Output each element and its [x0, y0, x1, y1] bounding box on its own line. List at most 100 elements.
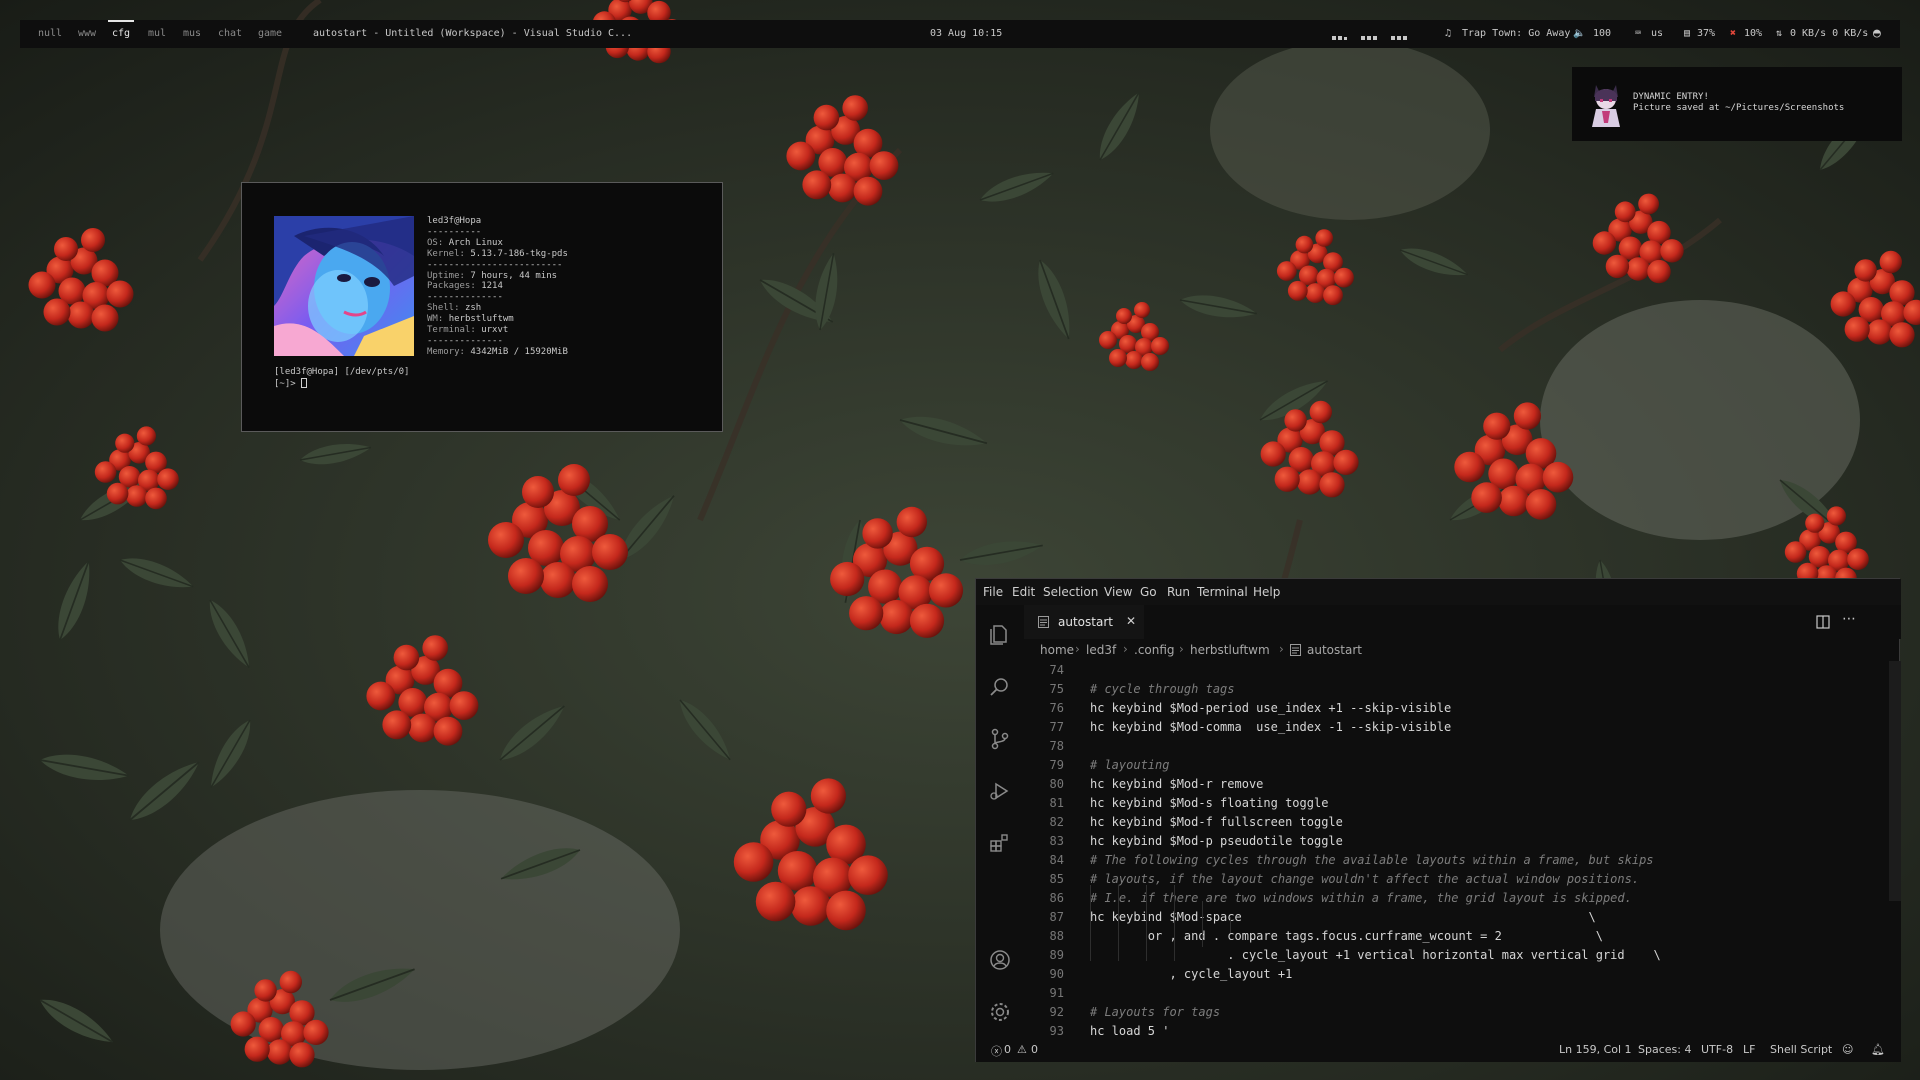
- line-number: 81: [1049, 796, 1064, 810]
- breadcrumb-config[interactable]: .config: [1134, 643, 1175, 657]
- vscode-window[interactable]: File Edit Selection View Go Run Terminal…: [975, 578, 1901, 1062]
- speaker-icon: 🔈: [1573, 28, 1586, 39]
- code-line[interactable]: , cycle_layout +1: [1090, 967, 1292, 981]
- line-number: 74: [1049, 663, 1064, 677]
- top-panel-bar: null www cfg mul mus chat game autostart…: [20, 20, 1900, 48]
- menu-help[interactable]: Help: [1253, 585, 1280, 599]
- code-line[interactable]: hc load 5 ': [1090, 1024, 1169, 1038]
- memory-value: 4342MiB / 15920MiB: [470, 346, 568, 357]
- warning-icon[interactable]: ⚠: [1017, 1043, 1027, 1056]
- split-editor-icon[interactable]: [1816, 615, 1830, 629]
- cursor-position[interactable]: Ln 159, Col 1: [1559, 1043, 1632, 1056]
- tab-autostart[interactable]: autostart ✕: [1024, 605, 1144, 639]
- line-number: 75: [1049, 682, 1064, 696]
- line-number: 79: [1049, 758, 1064, 772]
- clock[interactable]: 03 Aug 10:15: [930, 20, 1002, 48]
- menu-edit[interactable]: Edit: [1012, 585, 1035, 599]
- os-value: Arch Linux: [448, 237, 503, 248]
- wm-key: WM:: [427, 314, 444, 325]
- menu-bar: File Edit Selection View Go Run Terminal…: [976, 579, 1901, 605]
- line-number: 92: [1049, 1005, 1064, 1019]
- code-line[interactable]: # The following cycles through the avail…: [1090, 853, 1654, 867]
- code-line[interactable]: hc keybind $Mod-s floating toggle: [1090, 796, 1328, 810]
- keyboard-layout[interactable]: us: [1651, 20, 1663, 48]
- line-number: 84: [1049, 853, 1064, 867]
- settings-icon[interactable]: [988, 1000, 1012, 1024]
- cpu-icon: ▤: [1684, 28, 1691, 39]
- code-line[interactable]: # cycle through tags: [1090, 682, 1235, 696]
- tag-cfg[interactable]: cfg: [108, 20, 135, 48]
- language-mode[interactable]: Shell Script: [1770, 1043, 1832, 1056]
- indentation[interactable]: Spaces: 4: [1638, 1043, 1691, 1056]
- notification-avatar: [1588, 81, 1624, 127]
- window-title: autostart - Untitled (Workspace) - Visua…: [313, 28, 633, 39]
- code-line[interactable]: hc keybind $Mod-p pseudotile toggle: [1090, 834, 1343, 848]
- breadcrumb-led3f[interactable]: led3f: [1086, 643, 1116, 657]
- tag-chat[interactable]: chat: [218, 20, 242, 48]
- tag-www[interactable]: www: [78, 20, 96, 48]
- extensions-icon[interactable]: [988, 831, 1012, 855]
- memory-key: Memory:: [427, 346, 465, 357]
- explorer-icon[interactable]: [988, 623, 1012, 647]
- arch-icon[interactable]: ◓: [1873, 20, 1881, 48]
- code-editor[interactable]: 74 75 # cycle through tags 76 hc keybind $Mo…: [1024, 661, 1901, 1038]
- menu-terminal[interactable]: Terminal: [1197, 585, 1248, 599]
- code-line[interactable]: hc keybind $Mod-period use_index +1 --sk…: [1090, 701, 1451, 715]
- workspace-indicator[interactable]: [1332, 32, 1409, 40]
- tag-null[interactable]: null: [38, 20, 62, 48]
- prompt-line-2: [~]>: [274, 378, 296, 389]
- feedback-icon[interactable]: ☺: [1842, 1043, 1853, 1056]
- error-count[interactable]: 0: [1004, 1043, 1011, 1056]
- menu-file[interactable]: File: [983, 585, 1003, 599]
- error-icon[interactable]: ⓧ: [991, 1043, 1002, 1059]
- breadcrumb-home[interactable]: home: [1040, 643, 1074, 657]
- source-control-icon[interactable]: [988, 727, 1012, 751]
- run-debug-icon[interactable]: [988, 779, 1012, 803]
- terminal-window[interactable]: led3f@Hopa ---------- OS: Arch Linux Ker…: [241, 182, 723, 432]
- code-line[interactable]: hc keybind $Mod-space \: [1090, 910, 1596, 924]
- more-icon[interactable]: ⋯: [1842, 611, 1856, 627]
- bell-icon[interactable]: 🔔︎: [1871, 1043, 1885, 1056]
- line-number: 82: [1049, 815, 1064, 829]
- code-line[interactable]: hc keybind $Mod-comma use_index -1 --ski…: [1090, 720, 1451, 734]
- divider: -------------------------: [427, 259, 563, 270]
- account-icon[interactable]: [988, 948, 1012, 972]
- end-of-line[interactable]: LF: [1743, 1043, 1755, 1056]
- search-icon[interactable]: [988, 675, 1012, 699]
- code-line[interactable]: hc keybind $Mod-r remove: [1090, 777, 1263, 791]
- code-line[interactable]: # layouting: [1090, 758, 1169, 772]
- chevron-right-icon: ›: [1179, 642, 1184, 656]
- encoding[interactable]: UTF-8: [1701, 1043, 1733, 1056]
- menu-view[interactable]: View: [1104, 585, 1132, 599]
- tag-mus[interactable]: mus: [183, 20, 201, 48]
- network-icon: ⇅: [1776, 28, 1783, 39]
- menu-go[interactable]: Go: [1140, 585, 1157, 599]
- tag-game[interactable]: game: [258, 20, 282, 48]
- code-line[interactable]: hc keybind $Mod-f fullscreen toggle: [1090, 815, 1343, 829]
- code-line[interactable]: # layouts, if the layout change wouldn't…: [1090, 872, 1639, 886]
- menu-run[interactable]: Run: [1167, 585, 1190, 599]
- indent-guide: [1146, 885, 1147, 961]
- terminal-value: urxvt: [481, 325, 509, 336]
- indent-guide: [1230, 917, 1231, 933]
- code-line[interactable]: . cycle_layout +1 vertical horizontal ma…: [1090, 948, 1660, 962]
- chevron-right-icon: ›: [1123, 642, 1128, 656]
- code-line[interactable]: # Layouts for tags: [1090, 1005, 1220, 1019]
- breadcrumb-autostart[interactable]: autostart: [1307, 643, 1362, 657]
- line-number: 78: [1049, 739, 1064, 753]
- breadcrumb: home › led3f › .config › herbstluftwm › …: [1024, 639, 1901, 661]
- warning-count[interactable]: 0: [1031, 1043, 1038, 1056]
- shell-prompt[interactable]: [led3f@Hopa] [/dev/pts/0] [~]>: [274, 367, 409, 390]
- indent-guide: [1090, 885, 1091, 961]
- tag-mul[interactable]: mul: [148, 20, 166, 48]
- editor-tabs: autostart ✕ ⋯: [1024, 605, 1901, 639]
- breadcrumb-herbstluftwm[interactable]: herbstluftwm: [1190, 643, 1270, 657]
- scrollbar[interactable]: [1889, 661, 1901, 901]
- screenshot-notification[interactable]: DYNAMIC ENTRY! Picture saved at ~/Pictur…: [1572, 67, 1902, 141]
- close-icon[interactable]: ✕: [1126, 614, 1136, 628]
- menu-selection[interactable]: Selection: [1043, 585, 1098, 599]
- code-line[interactable]: or , and . compare tags.focus.curframe_w…: [1090, 929, 1603, 943]
- code-line[interactable]: # I.e. if there are two windows within a…: [1090, 891, 1632, 905]
- volume-level[interactable]: 100: [1593, 20, 1611, 48]
- now-playing[interactable]: Trap Town: Go Away: [1462, 20, 1570, 48]
